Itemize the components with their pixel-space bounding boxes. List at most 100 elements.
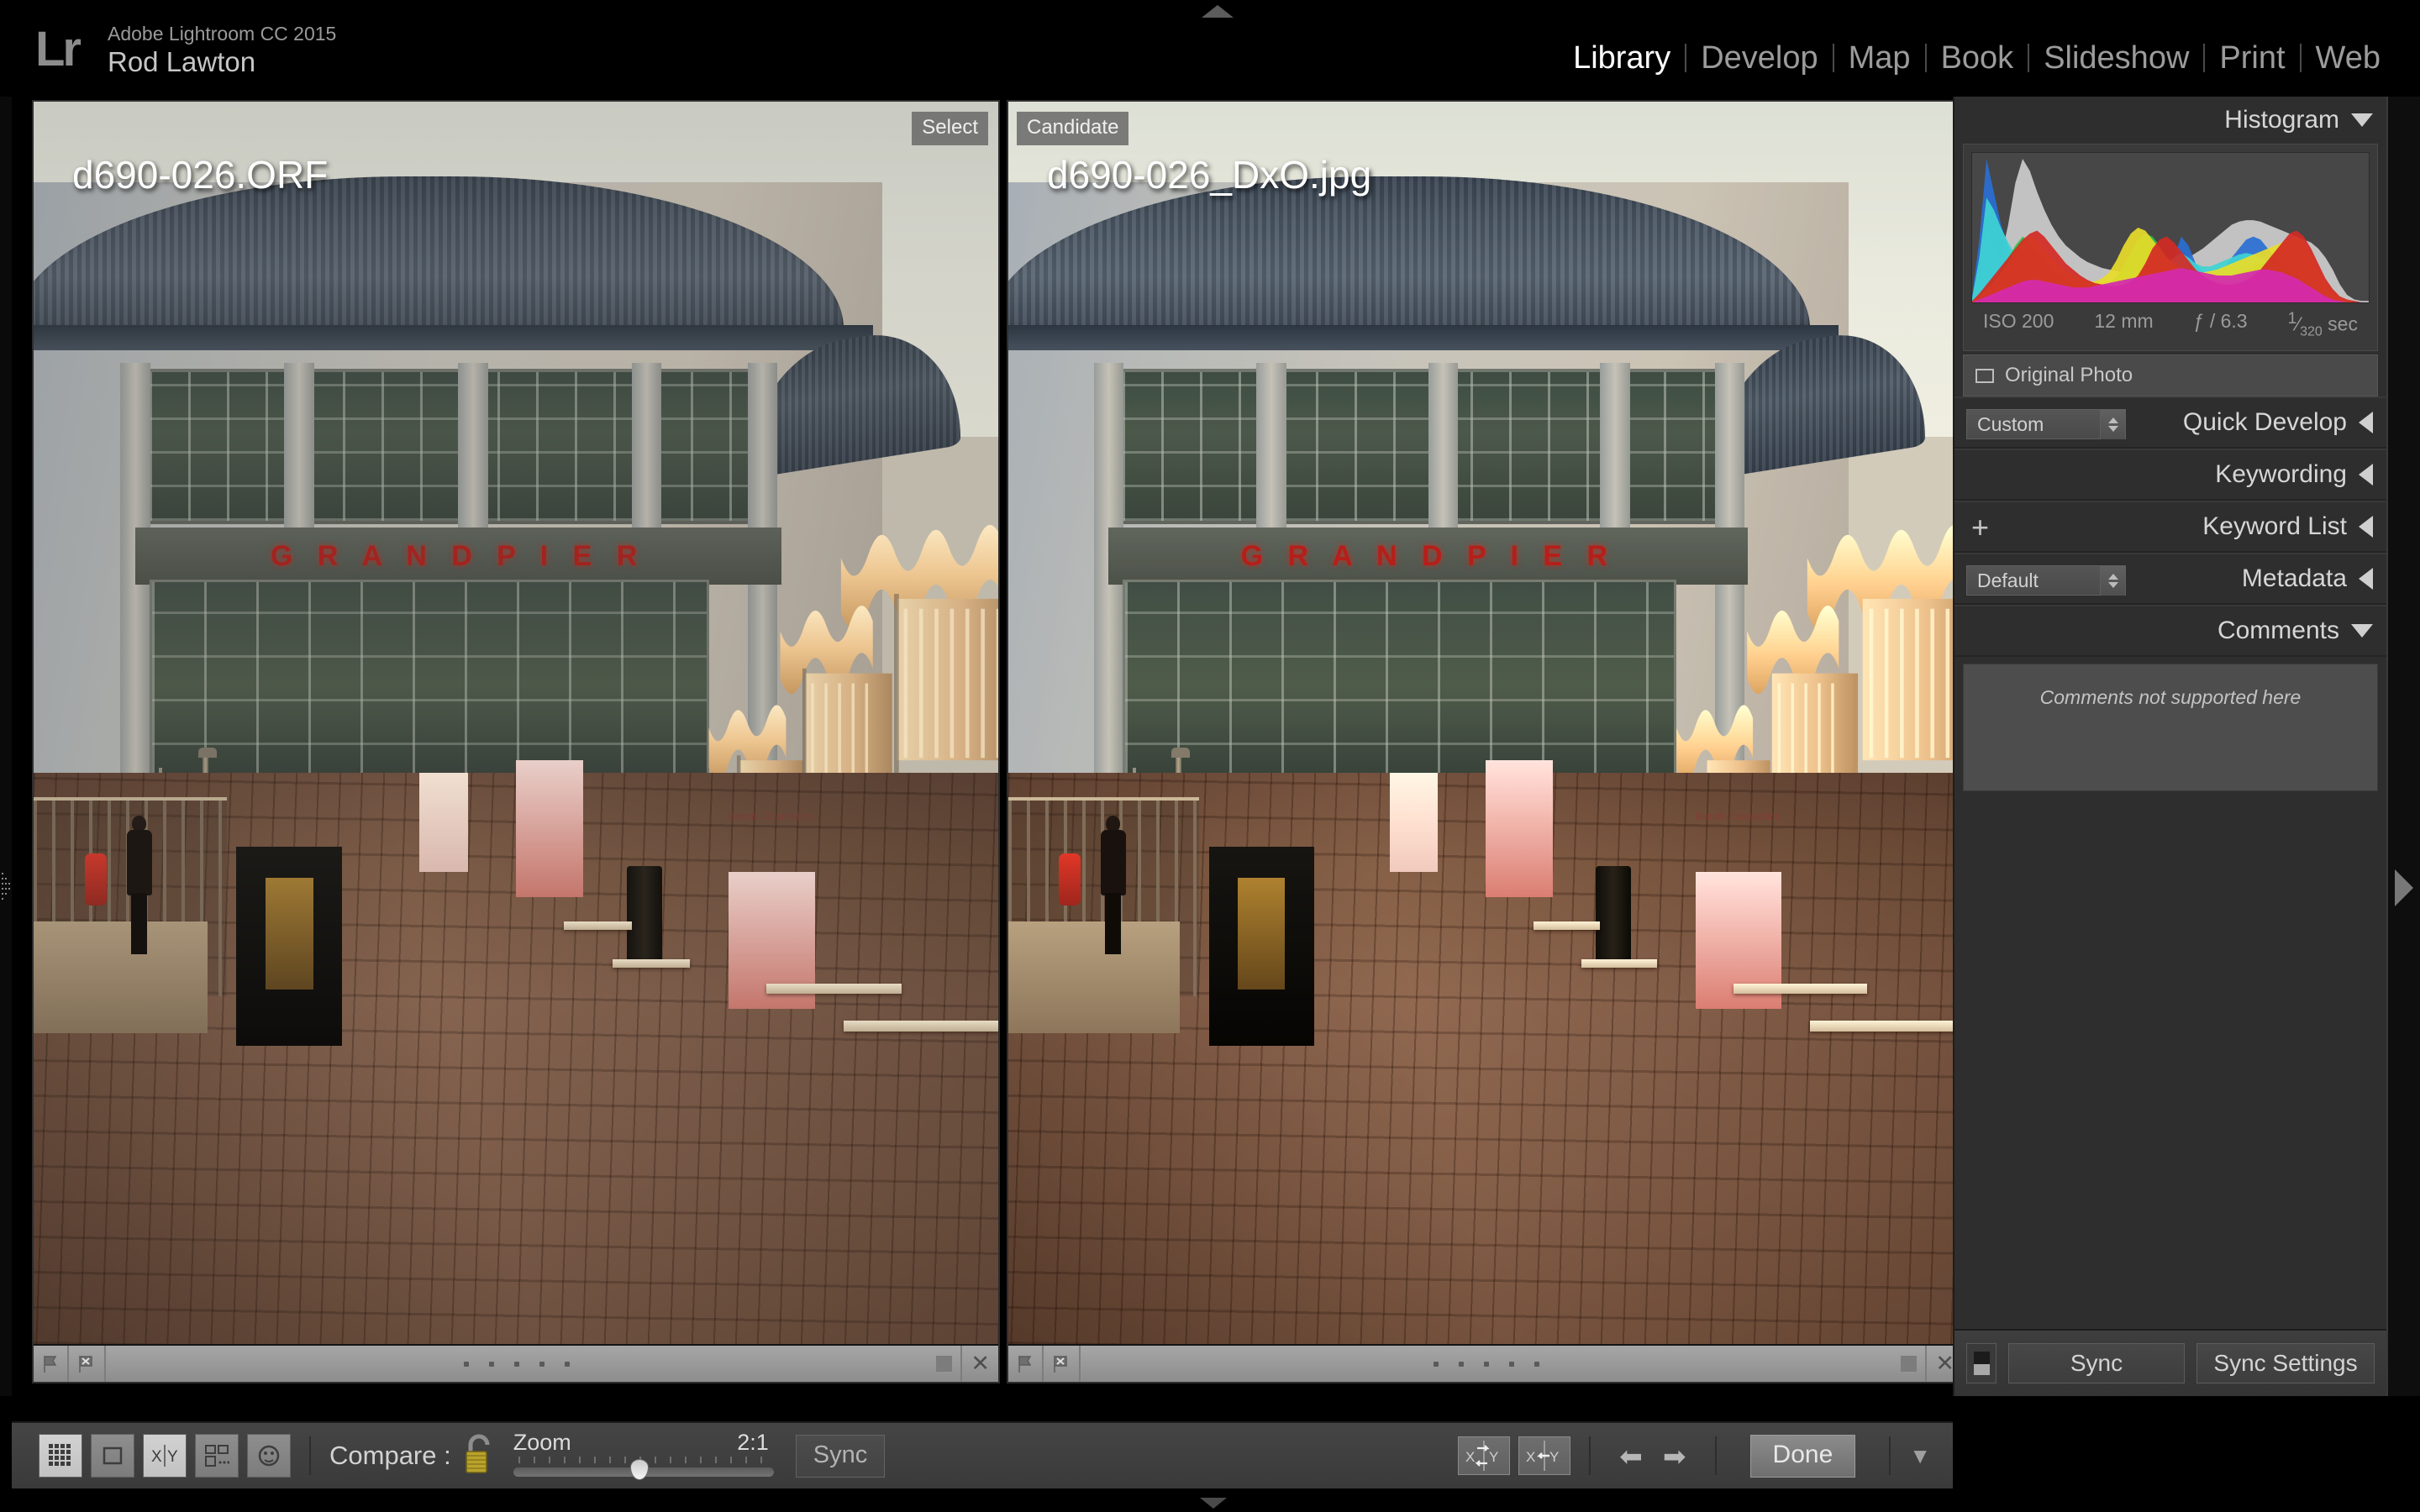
candidate-photo-frame[interactable]: G R A N D P I E R 2010 <box>1008 102 1963 1344</box>
candidate-badge: Candidate <box>1017 112 1128 145</box>
toggle-top-panel-icon[interactable] <box>1202 5 1234 18</box>
sync-settings-button[interactable]: Sync Settings <box>2196 1343 2375 1383</box>
left-panel-toggle[interactable] <box>0 97 12 1396</box>
identity-plate[interactable]: Adobe Lightroom CC 2015 Rod Lawton <box>108 22 336 79</box>
svg-text:X: X <box>1526 1449 1535 1465</box>
triangle-left-icon[interactable] <box>2359 516 2373 538</box>
panel-keywording[interactable]: Keywording <box>1954 449 2386 501</box>
flag-reject-icon <box>1052 1355 1071 1373</box>
sync-zoom-button[interactable]: Sync <box>796 1435 885 1478</box>
keyword-list-title: Keyword List <box>2202 512 2347 541</box>
close-icon: ✕ <box>971 1352 990 1375</box>
sync-button[interactable]: Sync <box>2008 1343 2185 1383</box>
quick-develop-preset-select[interactable]: Custom <box>1966 409 2126 439</box>
module-slideshow[interactable]: Slideshow <box>2029 39 2203 76</box>
triangle-down-icon[interactable] <box>2351 113 2373 127</box>
sync-mode-toggle[interactable] <box>1966 1343 1996 1383</box>
loupe-icon <box>100 1445 125 1467</box>
histogram-header[interactable]: Histogram <box>1954 97 2386 144</box>
triangle-left-icon[interactable] <box>2359 412 2373 433</box>
candidate-pane[interactable]: G R A N D P I E R 2010 <box>1007 100 1965 1383</box>
module-library[interactable]: Library <box>1559 39 1685 76</box>
svg-text:Y: Y <box>1549 1449 1559 1465</box>
chevron-down-icon[interactable]: ▼ <box>1909 1443 1931 1469</box>
next-photo-button[interactable]: ➡ <box>1653 1442 1697 1470</box>
module-book[interactable]: Book <box>1927 39 2028 76</box>
module-map[interactable]: Map <box>1834 39 1925 76</box>
panel-metadata[interactable]: Default Metadata <box>1954 553 2386 605</box>
right-panel-toggle[interactable] <box>2386 97 2420 1396</box>
swap-select-candidate-button[interactable]: X Y <box>1458 1436 1510 1475</box>
panel-keyword-list[interactable]: + Keyword List <box>1954 501 2386 553</box>
previous-photo-button[interactable]: ⬅ <box>1609 1442 1653 1470</box>
triangle-down-icon[interactable] <box>2351 624 2373 638</box>
panel-quick-develop[interactable]: Custom Quick Develop <box>1954 396 2386 449</box>
compare-view-button[interactable]: X Y <box>143 1434 187 1478</box>
face-icon <box>256 1443 281 1468</box>
original-photo-toggle[interactable]: Original Photo <box>1963 354 2378 396</box>
select-badge: Select <box>912 112 988 145</box>
select-photo-frame[interactable]: G R A N D P I E R 2010 <box>34 102 998 1344</box>
flag-reject-button[interactable] <box>1044 1346 1079 1382</box>
quick-develop-preset-value: Custom <box>1977 413 2044 436</box>
litter-bin <box>627 866 662 967</box>
people-view-button[interactable] <box>247 1434 291 1478</box>
zoom-value: 2:1 <box>737 1430 769 1456</box>
metadata-preset-value: Default <box>1977 570 2039 592</box>
comments-title: Comments <box>2217 617 2339 645</box>
clear-select-button[interactable]: ✕ <box>962 1346 998 1382</box>
exif-aperture: ƒ / 6.3 <box>2194 310 2248 339</box>
tunnel-light <box>1238 878 1286 990</box>
select-footer: ✕ <box>34 1344 998 1382</box>
grid-view-button[interactable] <box>39 1434 82 1478</box>
grid-icon <box>48 1443 73 1468</box>
bench <box>613 959 690 968</box>
survey-view-button[interactable] <box>195 1434 239 1478</box>
make-candidate-select-button[interactable]: X Y <box>1518 1436 1570 1475</box>
module-web[interactable]: Web <box>2302 39 2395 76</box>
app-name: Adobe Lightroom CC 2015 <box>108 22 336 45</box>
poster <box>1390 773 1438 872</box>
module-develop[interactable]: Develop <box>1686 39 1832 76</box>
triangle-left-icon[interactable] <box>2359 568 2373 590</box>
triangle-right-icon <box>2395 869 2413 906</box>
add-keyword-button[interactable]: + <box>1971 514 1989 541</box>
histogram-chart[interactable] <box>1971 152 2370 303</box>
shop-sign: Bonds Cosmetics <box>729 810 813 822</box>
poster <box>516 760 583 897</box>
star-rating[interactable] <box>1081 1362 1892 1367</box>
svg-text:X: X <box>1465 1449 1475 1465</box>
zoom-knob[interactable] <box>630 1459 649 1480</box>
keywording-title: Keywording <box>2215 460 2347 489</box>
triangle-left-icon[interactable] <box>2359 464 2373 486</box>
compare-view: G R A N D P I E R 2010 <box>12 97 1953 1394</box>
stepper-icon[interactable] <box>2100 565 2125 596</box>
module-picker[interactable]: LibraryDevelopMapBookSlideshowPrintWeb <box>1559 39 2395 76</box>
flag-reject-button[interactable] <box>69 1346 104 1382</box>
padlock-open-icon <box>463 1433 495 1475</box>
life-ring <box>85 853 107 906</box>
zoom-slider-group[interactable]: Zoom 2:1 <box>513 1430 774 1482</box>
lock-zoom-button[interactable] <box>463 1433 495 1479</box>
module-print[interactable]: Print <box>2205 39 2299 76</box>
close-icon: ✕ <box>1935 1352 1954 1375</box>
color-label-button[interactable] <box>928 1346 960 1382</box>
comments-box: Comments not supported here <box>1963 664 2378 791</box>
metadata-preset-select[interactable]: Default <box>1966 565 2126 596</box>
litter-bin <box>1596 866 1631 967</box>
metadata-title: Metadata <box>2242 564 2347 593</box>
right-panel: Histogram ISO 200 12 mm ƒ / 6.3 1⁄320 se… <box>1953 97 2386 1396</box>
flag-pick-button[interactable] <box>1008 1346 1042 1382</box>
stepper-icon[interactable] <box>2100 409 2125 439</box>
flag-pick-button[interactable] <box>34 1346 67 1382</box>
color-label-button[interactable] <box>1892 1346 1925 1382</box>
loupe-view-button[interactable] <box>91 1434 134 1478</box>
bench <box>844 1021 998 1032</box>
panel-comments[interactable]: Comments <box>1954 605 2386 657</box>
select-pane[interactable]: G R A N D P I E R 2010 <box>32 100 1000 1383</box>
star-rating[interactable] <box>106 1362 928 1367</box>
shop-sign: Bonds Cosmetics <box>1696 810 1781 822</box>
bench <box>766 984 902 994</box>
toggle-filmstrip-icon[interactable] <box>1200 1498 1227 1509</box>
done-button[interactable]: Done <box>1750 1435 1856 1478</box>
